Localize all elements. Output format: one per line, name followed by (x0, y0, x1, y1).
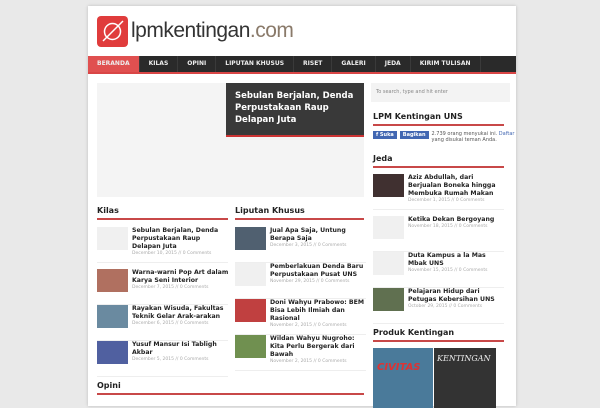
site-logo[interactable]: lpmkentingan.com (131, 19, 294, 43)
page: lpmkentingan.com BERANDA KILAS OPINI LIPUTA… (88, 6, 516, 408)
list-item[interactable]: Duta Kampus a la Mas Mbak UNS November 15… (373, 252, 504, 288)
thumbnail[interactable] (373, 288, 404, 311)
thumbnail[interactable] (97, 341, 128, 364)
logo-icon[interactable] (97, 16, 128, 47)
list-item[interactable]: Yusuf Mansur Isi Tabligh Akbar December 5… (97, 341, 228, 377)
jeda-heading: Jeda (373, 154, 504, 168)
item-title[interactable]: Doni Wahyu Prabowo: BEM Bisa Lebih Ilmia… (270, 299, 364, 322)
liputan-heading: Liputan Khusus (235, 206, 364, 220)
item-title[interactable]: Ketika Dekan Bergoyang (408, 216, 494, 223)
site-name: lpmkentingan (131, 19, 250, 42)
nav-item[interactable]: KILAS (140, 56, 179, 72)
list-item[interactable]: Rayakan Wisuda, Fakultas Teknik Gelar Ar… (97, 305, 228, 341)
item-title[interactable]: Jual Apa Saja, Untung Berapa Saja (270, 227, 346, 242)
thumbnail[interactable] (235, 263, 266, 286)
thumbnail[interactable] (373, 252, 404, 275)
list-item[interactable]: Wildan Wahyu Nugroho: Kita Perlu Bergera… (235, 335, 366, 371)
nav-item[interactable]: GALERI (332, 56, 376, 72)
fb-heading: LPM Kentingan UNS (373, 112, 504, 126)
nav-item[interactable]: JEDA (376, 56, 411, 72)
nav-item[interactable]: RISET (294, 56, 333, 72)
main-nav: BERANDA KILAS OPINI LIPUTAN KHUSUS RISET GALE… (88, 56, 516, 74)
item-meta: December 5, 2015 // 0 Comments (132, 357, 209, 362)
list-item[interactable]: Ketika Dekan Bergoyang November 18, 2015 … (373, 216, 504, 252)
product-cover-civitas[interactable]: CIVITAS (373, 348, 433, 408)
list-item[interactable]: Pemberlakuan Denda Baru Perpustakaan Pus… (235, 263, 366, 299)
nav-item[interactable]: LIPUTAN KHUSUS (216, 56, 295, 72)
item-meta: November 29, 2015 // 0 Comments (270, 279, 350, 284)
nav-item[interactable]: BERANDA (88, 56, 140, 72)
list-item[interactable]: Jual Apa Saja, Untung Berapa Saja Decembe… (235, 227, 366, 263)
item-meta: December 3, 2015 // 0 Comments (270, 243, 347, 248)
thumbnail[interactable] (373, 174, 404, 197)
item-title[interactable]: Warna-warni Pop Art dalam Karya Seni Int… (132, 269, 228, 284)
item-title[interactable]: Yusuf Mansur Isi Tabligh Akbar (132, 341, 217, 356)
kilas-heading: Kilas (97, 206, 228, 220)
list-item[interactable]: Warna-warni Pop Art dalam Karya Seni Int… (97, 269, 228, 305)
fb-link[interactable]: Daftar (499, 131, 515, 137)
item-title[interactable]: Rayakan Wisuda, Fakultas Teknik Gelar Ar… (132, 305, 223, 320)
item-meta: December 10, 2015 // 0 Comments (132, 251, 212, 256)
list-item[interactable]: Aziz Abdullah, dari Berjualan Boneka hin… (373, 174, 504, 210)
list-item[interactable]: Doni Wahyu Prabowo: BEM Bisa Lebih Ilmia… (235, 299, 366, 335)
fb-text2: yang disukai teman Anda. (431, 137, 497, 143)
item-title[interactable]: Wildan Wahyu Nugroho: Kita Perlu Bergera… (270, 335, 355, 358)
fb-like-button[interactable]: f Suka (373, 131, 397, 139)
produk-heading: Produk Kentingan (373, 328, 504, 342)
fb-share-button[interactable]: Bagikan (399, 131, 429, 139)
nav-item[interactable]: KIRIM TULISAN (411, 56, 481, 72)
item-meta: December 7, 2015 // 0 Comments (132, 285, 209, 290)
list-item[interactable]: Pelajaran Hidup dari Petugas Kebersihan … (373, 288, 504, 324)
opini-heading: Opini (97, 381, 364, 395)
item-meta: October 29, 2015 // 0 Comments (408, 304, 483, 309)
product-cover-kentingan[interactable]: KENTINGAN (434, 348, 496, 408)
item-title[interactable]: Duta Kampus a la Mas Mbak UNS (408, 252, 486, 267)
list-item[interactable]: Sebulan Berjalan, Denda Perpustakaan Rau… (97, 227, 228, 263)
item-title[interactable]: Aziz Abdullah, dari Berjualan Boneka hin… (408, 174, 496, 197)
item-meta: November 18, 2015 // 0 Comments (408, 224, 488, 229)
item-title[interactable]: Pemberlakuan Denda Baru Perpustakaan Pus… (270, 263, 363, 278)
site-tld: .com (249, 19, 294, 42)
thumbnail[interactable] (235, 335, 266, 358)
thumbnail[interactable] (235, 299, 266, 322)
nav-item[interactable]: OPINI (178, 56, 217, 72)
thumbnail[interactable] (97, 305, 128, 328)
item-meta: December 6, 2015 // 0 Comments (132, 321, 209, 326)
item-meta: December 1, 2015 // 0 Comments (408, 198, 485, 203)
item-title[interactable]: Sebulan Berjalan, Denda Perpustakaan Rau… (132, 227, 218, 250)
item-meta: November 15, 2015 // 0 Comments (408, 268, 488, 273)
thumbnail[interactable] (97, 227, 128, 250)
item-meta: November 2, 2015 // 0 Comments (270, 359, 347, 364)
item-meta: November 2, 2015 // 0 Comments (270, 323, 347, 328)
featured-caption[interactable]: Sebulan Berjalan, Denda Perpustakaan Rau… (226, 83, 364, 137)
fb-like-widget: f Suka Bagikan 2.739 orang menyukai ini.… (373, 131, 514, 143)
search-input[interactable]: To search, type and hit enter (371, 83, 510, 102)
item-title[interactable]: Pelajaran Hidup dari Petugas Kebersihan … (408, 288, 495, 303)
thumbnail[interactable] (373, 216, 404, 239)
fb-text: 2.739 orang menyukai ini. Daftar yang dis… (432, 131, 515, 143)
thumbnail[interactable] (235, 227, 266, 250)
thumbnail[interactable] (97, 269, 128, 292)
